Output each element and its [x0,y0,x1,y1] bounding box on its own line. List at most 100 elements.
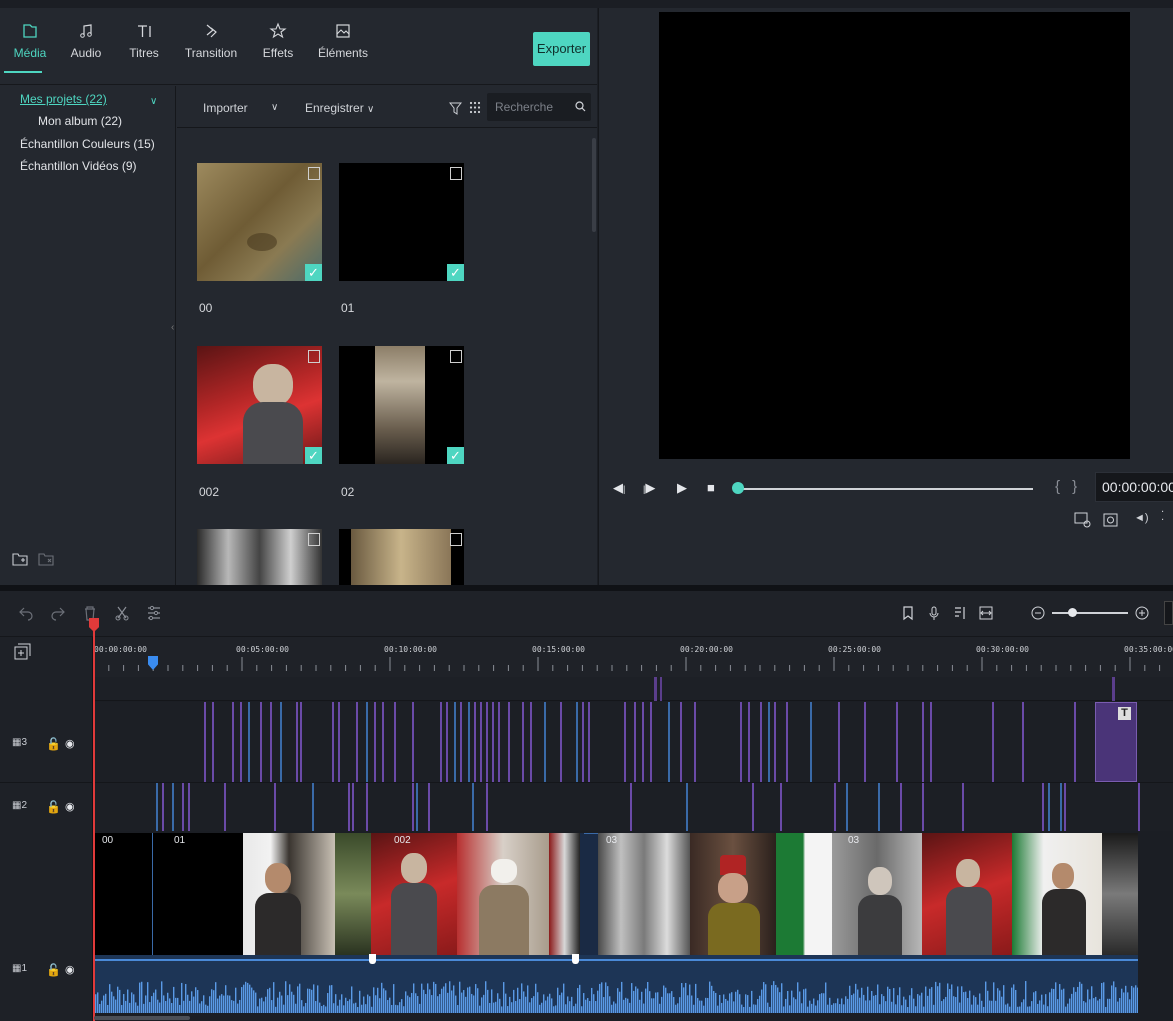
snapshot-camera-icon[interactable] [1103,511,1118,527]
clip-bar[interactable] [878,783,880,831]
clip-bar[interactable] [454,702,456,782]
fullscreen-icon[interactable]: ‧ ‧ [1161,508,1164,526]
clip-bar[interactable] [468,702,470,782]
media-thumbnail[interactable]: ✓ [339,163,464,281]
microphone-icon[interactable] [926,605,942,621]
chevron-down-icon[interactable]: ∨ [150,96,157,107]
clip-bar[interactable] [312,783,314,831]
clip-bar[interactable] [172,783,174,831]
step-back-icon[interactable]: ◀​| [613,480,625,496]
folder-sample-colors[interactable]: Échantillon Couleurs (15) [20,137,155,151]
zoom-in-icon[interactable] [1134,605,1150,621]
clip-thumbnail[interactable] [1102,833,1138,955]
add-track-icon[interactable] [14,643,31,660]
clip-bar[interactable] [582,702,584,782]
lock-icon[interactable]: 🔓 [46,800,61,814]
zoom-out-icon[interactable] [1030,605,1046,621]
clip-bar[interactable] [472,783,474,831]
clip-bar[interactable] [846,783,848,831]
clip-bar[interactable] [624,702,626,782]
visibility-eye-icon[interactable]: ◉ [65,800,75,813]
clip-bar[interactable] [356,702,358,782]
clip-bar[interactable] [768,702,770,782]
clip-bar[interactable] [560,702,562,782]
clip-thumbnail[interactable] [922,833,1012,955]
audio-mixer-icon[interactable] [952,605,968,621]
clip-bar[interactable] [428,783,430,831]
clip-bar[interactable] [930,702,932,782]
clip-thumbnail[interactable] [598,833,690,955]
clip-bar[interactable] [224,783,226,831]
clip-bar[interactable] [382,702,384,782]
title-clip[interactable]: T [1095,702,1137,782]
clip-bar[interactable] [544,702,546,782]
grid-view-icon[interactable] [469,101,481,114]
new-folder-icon[interactable] [12,552,28,566]
clip-bar[interactable] [1074,702,1076,782]
clip-thumbnail[interactable] [335,833,371,955]
clip-bar[interactable] [474,702,476,782]
scrub-handle[interactable] [732,482,744,494]
clip-bar[interactable] [922,783,924,831]
track-2[interactable] [94,783,1173,831]
clip-bar[interactable] [182,783,184,831]
clip-bar[interactable] [522,702,524,782]
media-thumbnail[interactable] [197,529,322,585]
clip-bar[interactable] [498,702,500,782]
visibility-eye-icon[interactable]: ◉ [65,963,75,976]
render-preview-icon[interactable] [1074,512,1091,528]
clip-thumbnail[interactable] [776,833,832,955]
media-scrollbar[interactable] [592,138,596,232]
clip-bar[interactable] [270,702,272,782]
clip-bar[interactable] [1048,783,1050,831]
clip-bar[interactable] [922,702,924,782]
clip-bar[interactable] [508,702,510,782]
clip-bar[interactable] [630,783,632,831]
tab-effects[interactable]: Effets [248,22,308,60]
clip-bar[interactable] [668,702,670,782]
media-thumbnail[interactable] [339,529,464,585]
tab-media[interactable]: Média [0,22,60,73]
clip-bar[interactable] [446,702,448,782]
clip-thumbnail[interactable] [1012,833,1102,955]
volume-icon[interactable]: ◄) [1134,512,1149,524]
clip-bar[interactable] [760,702,762,782]
clip-bar[interactable] [416,783,418,831]
volume-line[interactable] [94,959,1138,961]
clip-bar[interactable] [774,702,776,782]
playhead-line[interactable] [93,625,95,1021]
lock-icon[interactable]: 🔓 [46,737,61,751]
zoom-slider[interactable] [1052,612,1128,614]
import-dropdown-icon[interactable]: ∨ [271,102,278,113]
clip-bar[interactable] [486,702,488,782]
clip-bar[interactable] [864,702,866,782]
clip-bar[interactable] [260,702,262,782]
clip-bar[interactable] [296,702,298,782]
clip-bar[interactable] [896,702,898,782]
clip-bar[interactable] [274,783,276,831]
clip-bar[interactable] [834,783,836,831]
clip-bar[interactable] [1138,783,1140,831]
clip-bar[interactable] [992,702,994,782]
clip-thumbnail[interactable] [243,833,335,955]
clip-bar[interactable] [332,702,334,782]
clip-bar[interactable] [642,702,644,782]
clip-bar[interactable] [366,702,368,782]
clip-bar[interactable] [740,702,742,782]
folder-my-projects[interactable]: Mes projets (22) [20,92,107,106]
clip-bar[interactable] [492,702,494,782]
clip-bar[interactable] [680,702,682,782]
clip-bar[interactable] [900,783,902,831]
clip-bar[interactable] [486,783,488,831]
video-viewer[interactable] [659,12,1130,459]
cut-scissors-icon[interactable] [114,605,130,621]
record-button[interactable]: Enregistrer ∨ [305,101,374,115]
clip-bar[interactable] [686,783,688,831]
clip-thumbnail[interactable] [94,833,152,955]
clip-bar[interactable] [650,702,652,782]
clip-bar[interactable] [394,702,396,782]
clip-bar[interactable] [156,783,158,831]
clip-bar[interactable] [248,702,250,782]
marker-icon[interactable] [900,605,916,621]
tab-titles[interactable]: Titres [114,22,174,60]
